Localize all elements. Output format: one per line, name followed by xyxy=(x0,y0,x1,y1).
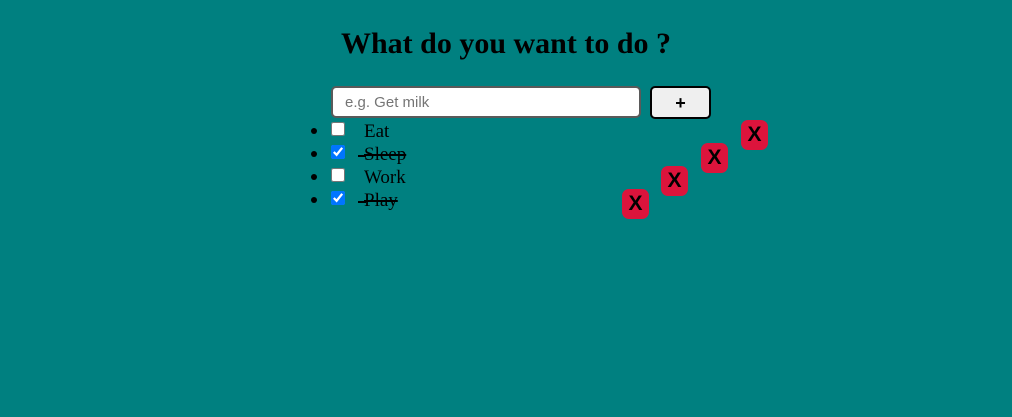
todo-app: What do you want to do ? + Eat X Sleep X… xyxy=(0,0,1012,417)
todo-checkbox[interactable] xyxy=(331,122,345,136)
bullet xyxy=(311,197,317,203)
todo-label: Work xyxy=(364,167,406,188)
add-task-button[interactable]: + xyxy=(650,86,711,119)
new-task-input[interactable] xyxy=(331,86,641,118)
delete-button[interactable]: X xyxy=(741,120,768,150)
todo-label: Play xyxy=(364,190,398,211)
bullet xyxy=(311,151,317,157)
todo-checkbox[interactable] xyxy=(331,191,345,205)
bullet xyxy=(311,174,317,180)
delete-button[interactable]: X xyxy=(622,189,649,219)
delete-button[interactable]: X xyxy=(701,143,728,173)
todo-checkbox[interactable] xyxy=(331,168,345,182)
todo-checkbox[interactable] xyxy=(331,145,345,159)
page-title: What do you want to do ? xyxy=(340,27,672,60)
delete-button[interactable]: X xyxy=(661,166,688,196)
todo-label: Sleep xyxy=(364,144,407,165)
bullet xyxy=(311,128,317,134)
todo-label: Eat xyxy=(364,121,390,142)
